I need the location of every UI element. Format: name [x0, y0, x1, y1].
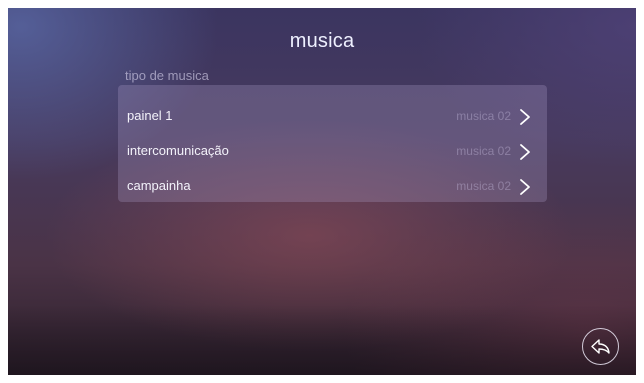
music-settings-panel: painel 1 musica 02 intercomunicação musi… [118, 85, 547, 202]
chevron-right-icon [520, 144, 530, 160]
background-shade [8, 305, 636, 375]
row-label: painel 1 [127, 108, 173, 123]
row-label: campainha [127, 178, 191, 193]
row-campainha[interactable]: campainha musica 02 [118, 169, 547, 205]
back-button[interactable] [582, 328, 619, 365]
screen: musica tipo de musica painel 1 musica 02… [8, 8, 636, 375]
row-painel-1[interactable]: painel 1 musica 02 [118, 99, 547, 135]
row-value: musica 02 [456, 179, 511, 193]
section-label: tipo de musica [125, 68, 209, 83]
row-value: musica 02 [456, 144, 511, 158]
chevron-right-icon [520, 109, 530, 125]
back-arrow-icon [591, 339, 610, 354]
row-value: musica 02 [456, 109, 511, 123]
row-intercomunicacao[interactable]: intercomunicação musica 02 [118, 134, 547, 170]
page-title: musica [289, 30, 355, 52]
chevron-right-icon [520, 179, 530, 195]
row-label: intercomunicação [127, 143, 229, 158]
